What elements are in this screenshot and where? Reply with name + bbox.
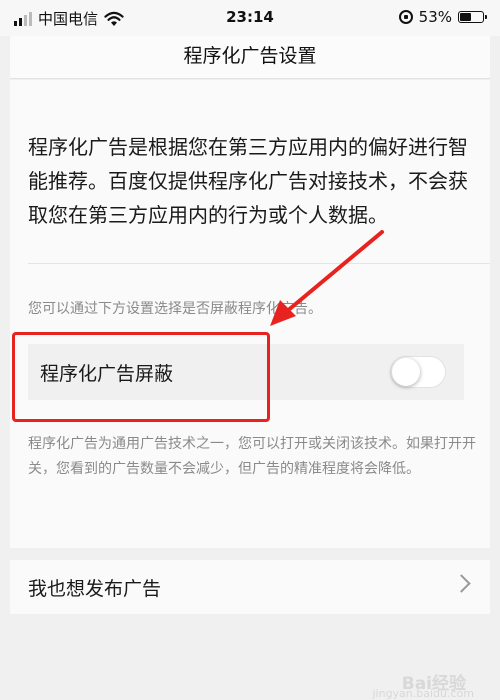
battery-icon: [458, 11, 487, 23]
annotation-highlight-box: [12, 332, 270, 422]
chevron-right-icon: [452, 574, 471, 593]
settings-card: 程序化广告是根据您在第三方应用内的偏好进行智能推荐。百度仅提供程序化广告对接技术…: [10, 80, 490, 548]
battery-fill: [460, 13, 471, 21]
rotation-lock-icon: [398, 10, 413, 24]
watermark-sub: jingyan.baidu.com: [372, 687, 474, 700]
nav-bar: 程序化广告设置: [10, 36, 490, 79]
publish-ad-row[interactable]: 我也想发布广告: [10, 560, 490, 614]
intro-text: 程序化广告是根据您在第三方应用内的偏好进行智能推荐。百度仅提供程序化广告对接技术…: [28, 135, 468, 227]
toggle-description: 程序化广告为通用广告技术之一，您可以打开或关闭该技术。如果打开开关，您看到的广告…: [28, 436, 476, 477]
battery-percent: 53%: [418, 8, 452, 26]
hint-text: 您可以通过下方设置选择是否屏蔽程序化广告。: [28, 301, 322, 317]
publish-ad-label: 我也想发布广告: [28, 578, 162, 600]
status-bar: 中国电信 23:14 53%: [0, 0, 500, 36]
ad-block-switch[interactable]: [390, 356, 446, 388]
page-title: 程序化广告设置: [183, 45, 317, 67]
status-right: 53%: [398, 8, 487, 26]
divider: [28, 263, 490, 264]
switch-knob: [392, 358, 420, 386]
